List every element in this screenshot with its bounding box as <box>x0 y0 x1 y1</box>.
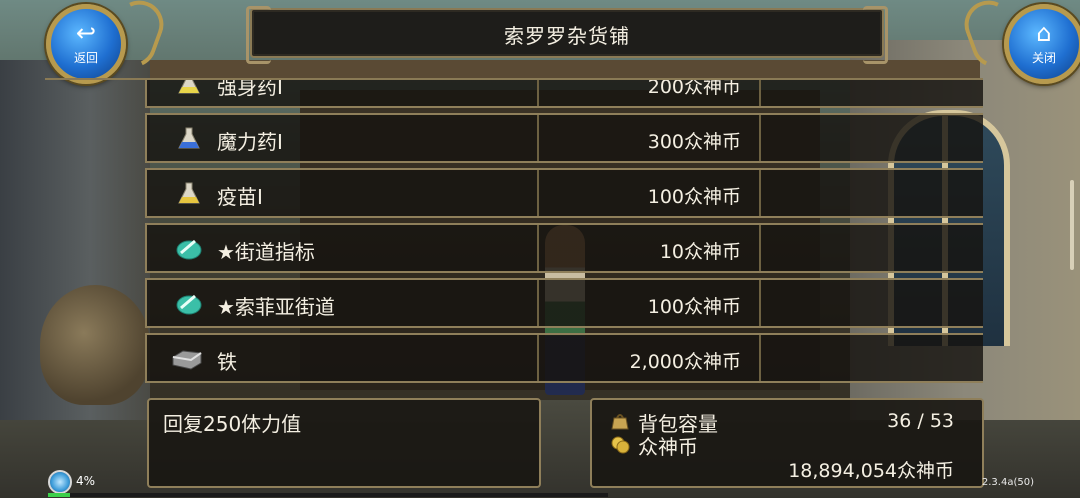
list-item[interactable]: 强身药Ⅰ 200众神币 <box>145 78 983 108</box>
item-name-cell: ★索菲亚街道 <box>147 280 539 326</box>
currency-value: 18,894,054众神币 <box>788 460 954 482</box>
item-description: 回复250体力值 <box>163 412 302 436</box>
item-price: 100众神币 <box>647 186 741 208</box>
inventory-panel: 背包容量 36 / 53 众神币 18,894,054众神币 <box>590 398 984 488</box>
potion-icon <box>178 182 200 204</box>
list-scrollbar[interactable] <box>1070 180 1074 270</box>
item-name-cell: 强身药Ⅰ <box>147 78 539 106</box>
battery-bar <box>48 493 608 497</box>
item-name-cell: 魔力药Ⅰ <box>147 115 539 161</box>
iron-ingot-icon <box>172 350 202 370</box>
list-item[interactable]: ★街道指标 10众神币 <box>145 223 983 273</box>
item-name: 强身药Ⅰ <box>217 78 283 99</box>
shop-item-list[interactable]: 强身药Ⅰ 200众神币 魔力药Ⅰ 300众神币 疫苗Ⅰ 100众神币 ★街道指标… <box>45 78 983 390</box>
item-name: 疫苗Ⅰ <box>217 185 263 209</box>
coin-icon <box>611 436 630 454</box>
item-price-cell: 300众神币 <box>539 115 761 161</box>
close-button[interactable]: ⌂ 关闭 <box>1004 4 1080 84</box>
page-title: 索罗罗杂货铺 <box>504 24 630 48</box>
item-description-panel: 回复250体力值 <box>147 398 541 488</box>
item-name: 铁 <box>217 350 237 374</box>
list-item[interactable]: 铁 2,000众神币 <box>145 333 983 383</box>
back-button-label: 返回 <box>73 51 98 65</box>
potion-icon <box>178 80 200 94</box>
list-item[interactable]: ★索菲亚街道 100众神币 <box>145 278 983 328</box>
list-item[interactable]: 疫苗Ⅰ 100众神币 <box>145 168 983 218</box>
close-button-label: 关闭 <box>1031 51 1056 65</box>
bag-icon <box>611 414 629 430</box>
item-price: 100众神币 <box>647 296 741 318</box>
currency-label: 众神币 <box>638 435 698 459</box>
item-name: 魔力药Ⅰ <box>217 130 283 154</box>
item-price-cell: 2,000众神币 <box>539 335 761 381</box>
potion-icon <box>178 127 200 149</box>
list-item[interactable]: 魔力药Ⅰ 300众神币 <box>145 113 983 163</box>
home-icon: ⌂ <box>1036 19 1052 47</box>
item-price: 200众神币 <box>647 78 741 98</box>
back-arrow-icon: ↩ <box>75 19 97 47</box>
back-button[interactable]: ↩ 返回 <box>46 4 126 84</box>
item-price-cell: 200众神币 <box>539 78 761 106</box>
item-name: ★索菲亚街道 <box>217 295 335 319</box>
battery-percent: 4% <box>76 474 96 488</box>
item-price-cell: 10众神币 <box>539 225 761 271</box>
bag-capacity-value: 36 / 53 <box>887 410 954 432</box>
battery-bar-fill <box>48 493 71 497</box>
item-name-cell: ★街道指标 <box>147 225 539 271</box>
item-price: 10众神币 <box>659 241 741 263</box>
item-name: ★街道指标 <box>217 240 315 264</box>
item-name-cell: 疫苗Ⅰ <box>147 170 539 216</box>
item-price: 300众神币 <box>647 131 741 153</box>
item-name-cell: 铁 <box>147 335 539 381</box>
item-price-cell: 100众神币 <box>539 170 761 216</box>
wing-ticket-icon <box>176 294 202 315</box>
item-price: 2,000众神币 <box>629 351 741 373</box>
wing-ticket-icon <box>176 239 202 260</box>
item-price-cell: 100众神币 <box>539 280 761 326</box>
shop-title-bar: 索罗罗杂货铺 <box>246 6 888 64</box>
version-label: 2.3.4a(50) <box>981 477 1034 488</box>
background-beam <box>150 60 980 80</box>
battery-icon <box>48 470 72 494</box>
